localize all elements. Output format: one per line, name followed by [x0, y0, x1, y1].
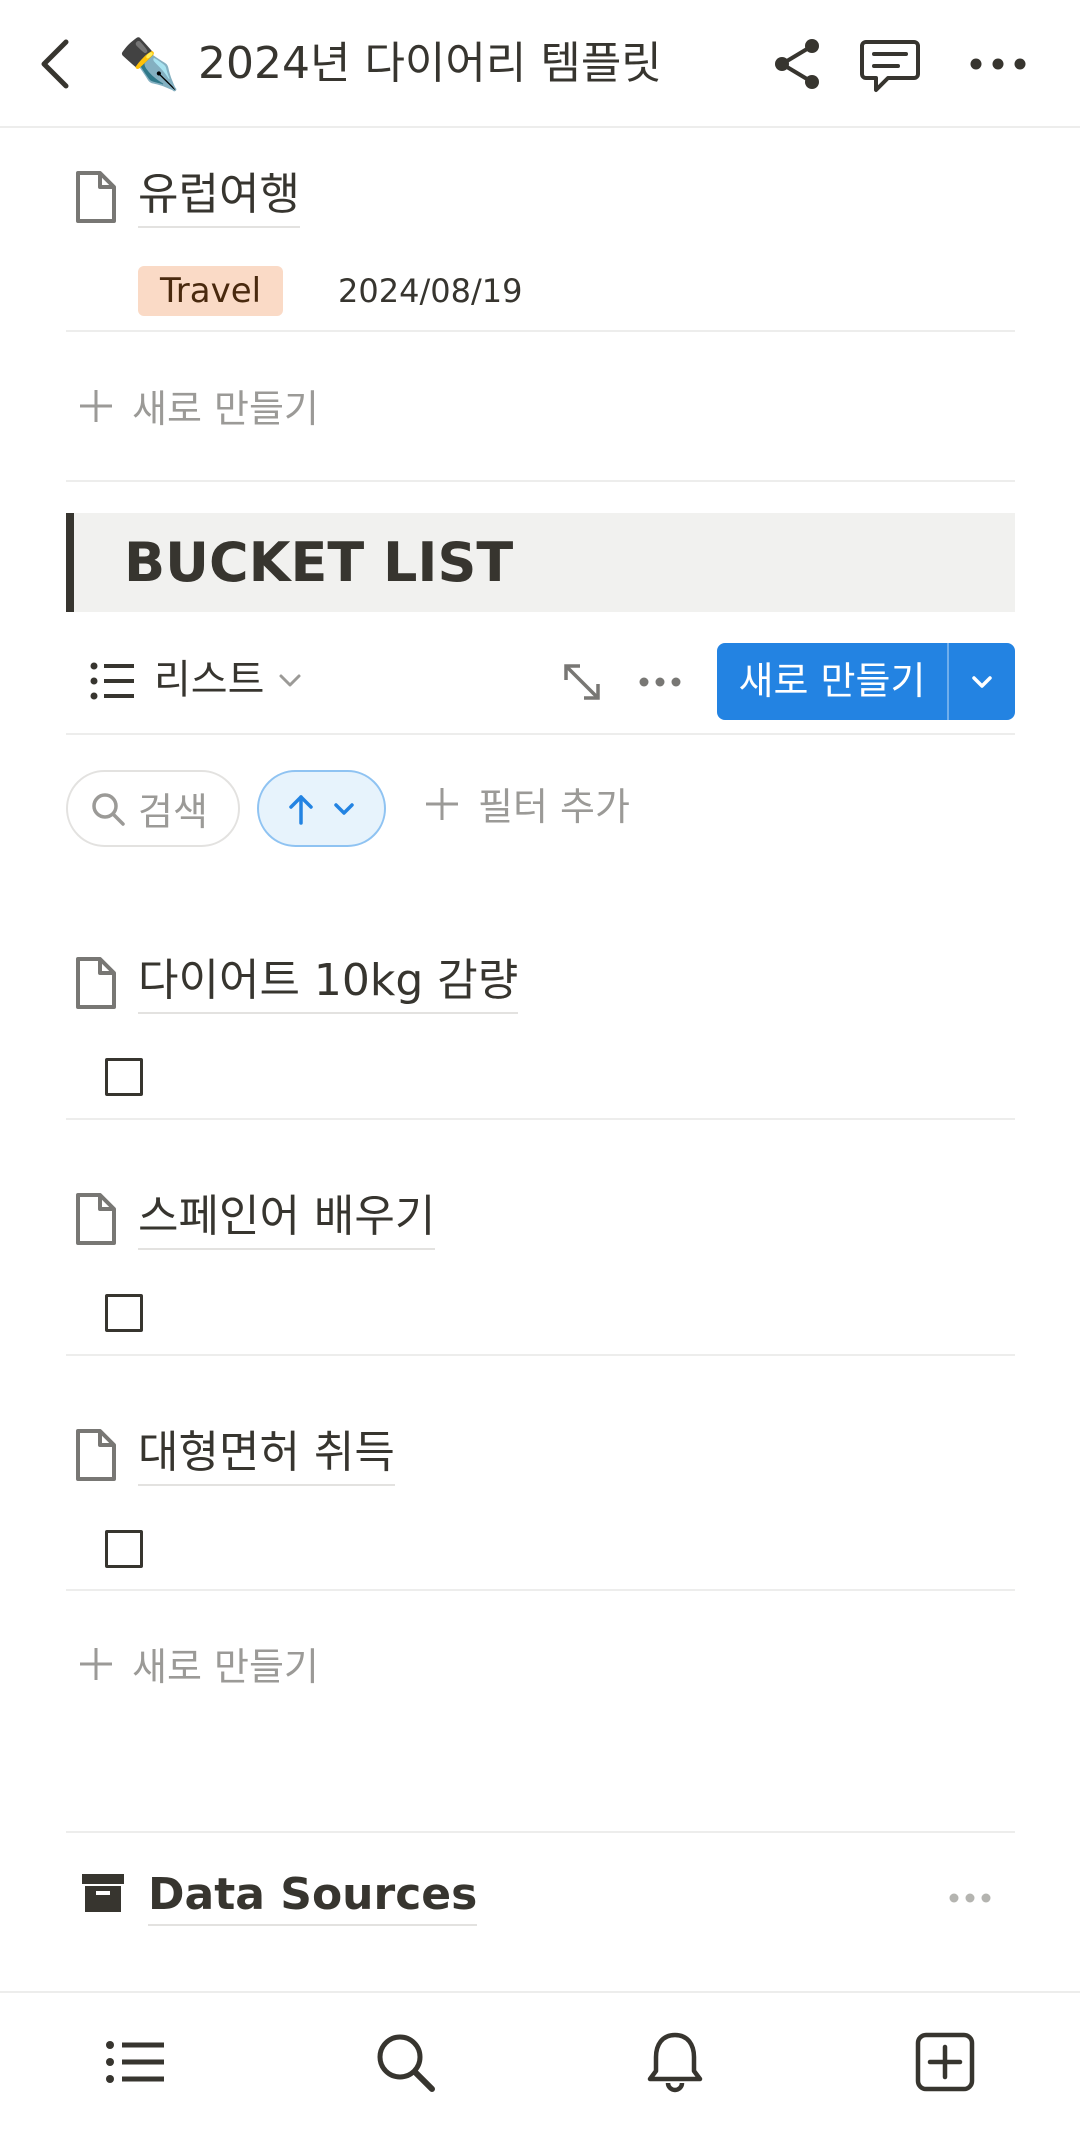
- list-view-icon[interactable]: [88, 656, 138, 706]
- plus-icon: [80, 389, 112, 422]
- divider: [66, 480, 1015, 482]
- list-item[interactable]: 다이어트 10kg 감량: [66, 952, 519, 1014]
- list-item[interactable]: 대형면허 취득: [66, 1424, 395, 1486]
- plus-icon: [426, 787, 458, 820]
- search-icon: [92, 792, 125, 826]
- new-button[interactable]: 새로 만들기: [717, 643, 949, 720]
- page-title[interactable]: 2024년 다이어리 템플릿: [198, 34, 662, 94]
- page-icon: [76, 957, 116, 1009]
- list-icon[interactable]: [100, 2027, 170, 2097]
- list-item-title[interactable]: 스페인어 배우기: [138, 1188, 436, 1250]
- list-item-title[interactable]: 다이어트 10kg 감량: [138, 952, 519, 1014]
- date-value: 2024/08/19: [338, 272, 523, 310]
- add-page-icon[interactable]: [910, 2027, 980, 2097]
- new-row-label: 새로 만들기: [132, 1645, 319, 1689]
- share-icon[interactable]: [770, 36, 826, 92]
- new-row-label: 새로 만들기: [132, 387, 319, 431]
- checkbox[interactable]: [105, 1294, 143, 1332]
- chevron-down-icon[interactable]: [274, 664, 306, 696]
- list-item-title[interactable]: 대형면허 취득: [138, 1424, 395, 1486]
- page-icon: [76, 1193, 116, 1245]
- divider: [66, 330, 1015, 332]
- page-icon: [76, 171, 116, 223]
- page-emoji: ✒️: [118, 35, 181, 93]
- list-item[interactable]: 유럽여행: [66, 166, 300, 228]
- bottom-nav: [0, 1991, 1080, 2133]
- new-row-button[interactable]: 새로 만들기: [74, 1636, 319, 1691]
- view-selector[interactable]: 리스트: [154, 650, 264, 710]
- new-row-button[interactable]: 새로 만들기: [74, 378, 319, 433]
- more-horizontal-icon[interactable]: [946, 1882, 994, 1914]
- chevron-left-icon[interactable]: [30, 34, 90, 94]
- divider: [66, 1118, 1015, 1120]
- comment-icon[interactable]: [858, 36, 922, 96]
- list-item-title[interactable]: 유럽여행: [138, 166, 300, 228]
- divider: [66, 1589, 1015, 1591]
- search-button[interactable]: 검색: [66, 770, 240, 847]
- status-badge: Travel: [138, 266, 284, 316]
- checkbox[interactable]: [105, 1058, 143, 1096]
- data-sources-title[interactable]: Data Sources: [148, 1866, 478, 1926]
- chevron-down-icon: [333, 802, 354, 815]
- plus-icon: [80, 1647, 112, 1680]
- section-heading: BUCKET LIST: [124, 531, 514, 594]
- search-label: 검색: [138, 790, 208, 834]
- search-icon[interactable]: [370, 2027, 440, 2097]
- divider: [66, 733, 1015, 735]
- divider: [66, 1831, 1015, 1833]
- chevron-down-icon: [972, 675, 992, 688]
- more-horizontal-icon[interactable]: [966, 36, 1030, 92]
- list-item[interactable]: 스페인어 배우기: [66, 1188, 436, 1250]
- new-options-button[interactable]: [949, 643, 1015, 720]
- arrow-up-icon: [288, 794, 313, 825]
- expand-icon[interactable]: [558, 658, 606, 706]
- divider: [66, 1354, 1015, 1356]
- page-icon: [76, 1429, 116, 1481]
- more-horizontal-icon[interactable]: [636, 666, 684, 698]
- add-filter-button[interactable]: 필터 추가: [420, 776, 630, 831]
- sort-button[interactable]: [257, 770, 386, 847]
- bell-icon[interactable]: [640, 2027, 710, 2097]
- new-button-group: 새로 만들기: [717, 643, 1015, 720]
- section-heading-callout: BUCKET LIST: [66, 513, 1015, 612]
- top-bar: ✒️ 2024년 다이어리 템플릿: [0, 0, 1080, 128]
- add-filter-label: 필터 추가: [478, 785, 630, 829]
- archive-icon: [82, 1874, 124, 1912]
- checkbox[interactable]: [105, 1530, 143, 1568]
